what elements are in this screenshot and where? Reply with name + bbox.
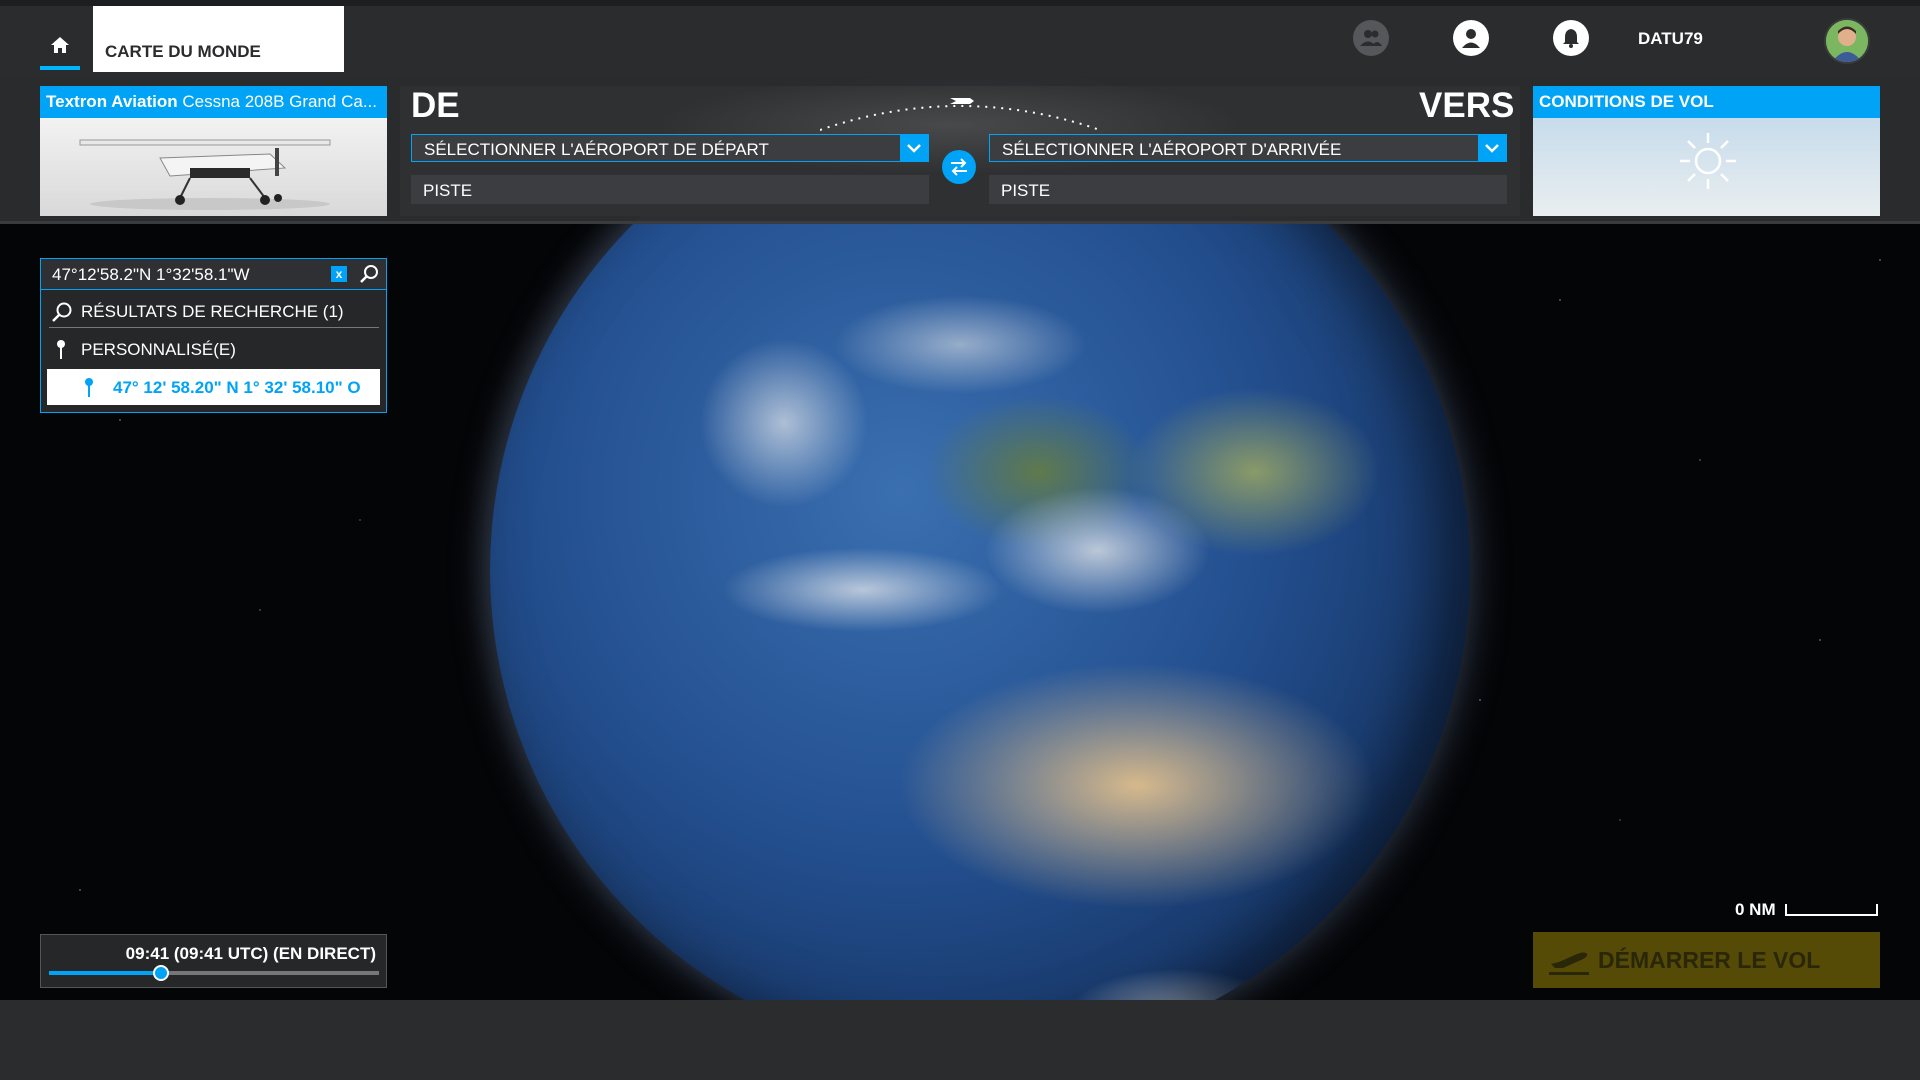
- time-slider-handle[interactable]: [152, 965, 169, 981]
- avatar[interactable]: [1824, 18, 1870, 64]
- home-active-indicator: [40, 66, 80, 70]
- avatar-icon: [1826, 20, 1868, 62]
- flight-path-arc: [820, 98, 1100, 131]
- departure-runway-select[interactable]: PISTE: [411, 175, 929, 204]
- search-result-coordinates: 47° 12' 58.20" N 1° 32' 58.10" O: [113, 378, 361, 397]
- airplane-icon: [950, 98, 974, 104]
- friends-icon: [1360, 30, 1382, 46]
- search-result-item[interactable]: 47° 12' 58.20" N 1° 32' 58.10" O: [47, 369, 380, 405]
- bottom-bar: [0, 1000, 1920, 1080]
- swap-icon: [951, 158, 967, 176]
- time-slider[interactable]: [49, 965, 379, 981]
- search-results-title: RÉSULTATS DE RECHERCHE (1): [81, 302, 344, 321]
- tab-world-map-label: CARTE DU MONDE: [105, 42, 261, 61]
- location-search-panel: 47°12'58.2"N 1°32'58.1"W x RÉSULTATS DE …: [40, 258, 387, 413]
- username[interactable]: DATU79: [1638, 29, 1703, 49]
- arrival-airport-text: SÉLECTIONNER L'AÉROPORT D'ARRIVÉE: [1002, 140, 1342, 159]
- home-button[interactable]: [40, 30, 80, 70]
- arrival-airport-select[interactable]: SÉLECTIONNER L'AÉROPORT D'ARRIVÉE: [989, 134, 1507, 162]
- airplane-illustration: [79, 139, 331, 210]
- search-query: 47°12'58.2"N 1°32'58.1"W: [52, 265, 250, 284]
- notifications-button[interactable]: [1553, 20, 1589, 56]
- friends-button[interactable]: [1353, 20, 1389, 56]
- departure-dropdown-button[interactable]: [900, 135, 928, 161]
- chevron-down-icon: [1485, 144, 1499, 153]
- aircraft-title: Textron Aviation Cessna 208B Grand Ca...: [40, 86, 387, 118]
- search-results-header: RÉSULTATS DE RECHERCHE (1): [49, 297, 379, 328]
- takeoff-icon: [1549, 952, 1589, 975]
- aircraft-model: Cessna 208B Grand Ca...: [182, 92, 378, 111]
- sun-icon: [1680, 133, 1736, 189]
- arrival-runway-label: PISTE: [1001, 181, 1051, 200]
- flight-conditions-card[interactable]: CONDITIONS DE VOL: [1533, 86, 1880, 216]
- aircraft-image: [40, 118, 387, 216]
- result-category-label: PERSONNALISÉ(E): [81, 340, 236, 359]
- map-scale-label: 0 NM: [1735, 900, 1776, 919]
- search-icon: [52, 302, 72, 322]
- result-category: PERSONNALISÉ(E): [49, 335, 379, 365]
- departure-airport-select[interactable]: SÉLECTIONNER L'AÉROPORT DE DÉPART: [411, 134, 929, 162]
- aircraft-selection-card[interactable]: Textron Aviation Cessna 208B Grand Ca...: [40, 86, 387, 216]
- profile-icon: [1462, 29, 1480, 48]
- start-flight-label: DÉMARRER LE VOL: [1598, 947, 1821, 973]
- bell-icon: [1563, 29, 1579, 48]
- from-label: DE: [411, 86, 460, 125]
- to-label: VERS: [1419, 86, 1515, 125]
- arrival-dropdown-button[interactable]: [1478, 135, 1506, 161]
- start-flight-button[interactable]: DÉMARRER LE VOL: [1533, 932, 1880, 988]
- conditions-title: CONDITIONS DE VOL: [1533, 86, 1880, 118]
- home-icon: [51, 37, 69, 53]
- time-label: 09:41 (09:41 UTC) (EN DIRECT): [125, 944, 376, 963]
- arrival-runway-select[interactable]: PISTE: [989, 175, 1507, 204]
- world-globe[interactable]: [490, 80, 1470, 1060]
- tab-world-map[interactable]: CARTE DU MONDE: [93, 6, 344, 72]
- departure-runway-label: PISTE: [423, 181, 473, 200]
- pin-icon: [57, 340, 65, 359]
- search-icon[interactable]: [359, 264, 379, 284]
- map-scale-bar: [1785, 904, 1878, 916]
- pin-icon: [85, 378, 93, 397]
- time-of-day-panel: 09:41 (09:41 UTC) (EN DIRECT): [40, 934, 387, 988]
- time-slider-fill: [49, 971, 160, 975]
- profile-button[interactable]: [1453, 20, 1489, 56]
- departure-airport-text: SÉLECTIONNER L'AÉROPORT DE DÉPART: [424, 140, 769, 159]
- aircraft-brand: Textron Aviation: [46, 92, 178, 111]
- clear-search-button[interactable]: x: [331, 266, 347, 282]
- swap-airports-button[interactable]: [942, 150, 976, 184]
- search-input[interactable]: 47°12'58.2"N 1°32'58.1"W x: [41, 259, 386, 290]
- chevron-down-icon: [907, 144, 921, 153]
